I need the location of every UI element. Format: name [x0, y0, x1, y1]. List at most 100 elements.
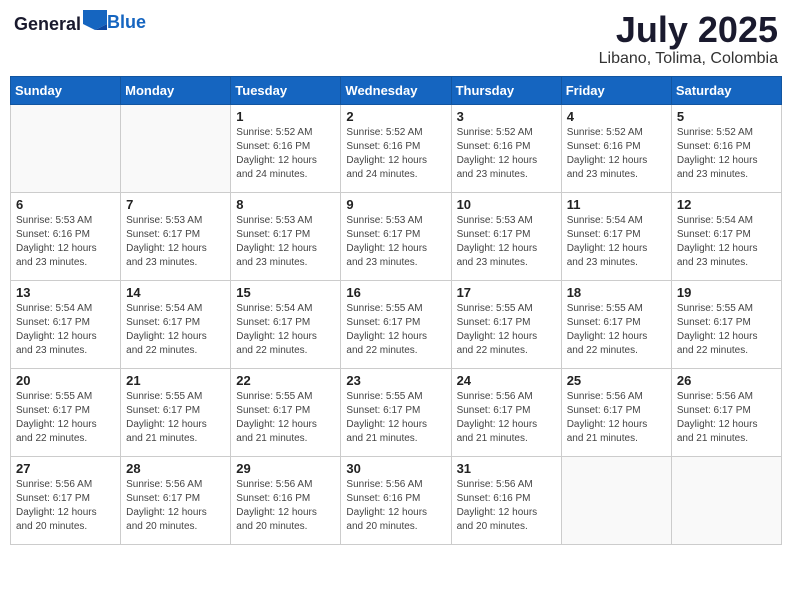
- day-info: Sunrise: 5:56 AM Sunset: 6:17 PM Dayligh…: [16, 478, 115, 534]
- day-info: Sunrise: 5:55 AM Sunset: 6:17 PM Dayligh…: [126, 390, 225, 446]
- day-info: Sunrise: 5:52 AM Sunset: 6:16 PM Dayligh…: [457, 126, 556, 182]
- day-info: Sunrise: 5:55 AM Sunset: 6:17 PM Dayligh…: [457, 302, 556, 358]
- calendar-cell: 12 Sunrise: 5:54 AM Sunset: 6:17 PM Dayli…: [671, 192, 781, 280]
- day-info: Sunrise: 5:56 AM Sunset: 6:17 PM Dayligh…: [567, 390, 666, 446]
- calendar-cell: 13Sunrise: 5:54 AM Sunset: 6:17 PM Dayli…: [11, 280, 121, 368]
- calendar-cell: 7Sunrise: 5:53 AM Sunset: 6:17 PM Daylig…: [121, 192, 231, 280]
- day-number: 6: [16, 197, 115, 212]
- month-year-title: July 2025: [599, 10, 778, 50]
- day-of-week-header: Tuesday: [231, 76, 341, 104]
- day-info: Sunrise: 5:54 AM Sunset: 6:17 PM Dayligh…: [567, 214, 666, 270]
- day-number: 1: [236, 109, 335, 124]
- calendar-cell: 19Sunrise: 5:55 AM Sunset: 6:17 PM Dayli…: [671, 280, 781, 368]
- calendar-cell: 22 Sunrise: 5:55 AM Sunset: 6:17 PM Dayli…: [231, 368, 341, 456]
- day-info: Sunrise: 5:56 AM Sunset: 6:17 PM Dayligh…: [457, 390, 556, 446]
- day-number: 14: [126, 285, 225, 300]
- calendar-cell: [121, 104, 231, 192]
- day-number: 20: [16, 373, 115, 388]
- page-header: General Blue July 2025 Libano, Tolima, C…: [10, 10, 782, 68]
- day-of-week-header: Wednesday: [341, 76, 451, 104]
- day-of-week-header: Friday: [561, 76, 671, 104]
- day-info: Sunrise: 5:55 AM Sunset: 6:17 PM Dayligh…: [346, 302, 445, 358]
- day-info: Sunrise: 5:56 AM Sunset: 6:16 PM Dayligh…: [346, 478, 445, 534]
- calendar-cell: 1 Sunrise: 5:52 AM Sunset: 6:16 PM Daylig…: [231, 104, 341, 192]
- day-info: Sunrise: 5:56 AM Sunset: 6:16 PM Dayligh…: [236, 478, 335, 534]
- calendar-week-row: 1 Sunrise: 5:52 AM Sunset: 6:16 PM Daylig…: [11, 104, 782, 192]
- logo-general: General: [14, 14, 81, 34]
- day-number: 4: [567, 109, 666, 124]
- day-info: Sunrise: 5:55 AM Sunset: 6:17 PM Dayligh…: [677, 302, 776, 358]
- day-info: Sunrise: 5:54 AM Sunset: 6:17 PM Dayligh…: [677, 214, 776, 270]
- day-number: 18: [567, 285, 666, 300]
- calendar-cell: 8 Sunrise: 5:53 AM Sunset: 6:17 PM Daylig…: [231, 192, 341, 280]
- calendar-cell: 27 Sunrise: 5:56 AM Sunset: 6:17 PM Dayli…: [11, 456, 121, 544]
- calendar-cell: 23 Sunrise: 5:55 AM Sunset: 6:17 PM Dayli…: [341, 368, 451, 456]
- day-number: 3: [457, 109, 556, 124]
- day-number: 24: [457, 373, 556, 388]
- day-number: 17: [457, 285, 556, 300]
- day-info: Sunrise: 5:53 AM Sunset: 6:17 PM Dayligh…: [457, 214, 556, 270]
- day-info: Sunrise: 5:55 AM Sunset: 6:17 PM Dayligh…: [346, 390, 445, 446]
- calendar-cell: [561, 456, 671, 544]
- calendar-week-row: 13 Sunrise: 5:54 AM Sunset: 6:17 PM Dayli…: [11, 280, 782, 368]
- calendar-cell: 31 Sunrise: 5:56 AM Sunset: 6:16 PM Dayli…: [451, 456, 561, 544]
- day-number: 30: [346, 461, 445, 476]
- day-number: 31: [457, 461, 556, 476]
- day-number: 5: [677, 109, 776, 124]
- logo-icon: [83, 10, 107, 30]
- day-number: 8: [236, 197, 335, 212]
- calendar-cell: 28Sunrise: 5:56 AM Sunset: 6:17 PM Dayli…: [121, 456, 231, 544]
- calendar-cell: 24 Sunrise: 5:56 AM Sunset: 6:17 PM Dayli…: [451, 368, 561, 456]
- day-number: 16: [346, 285, 445, 300]
- day-number: 25: [567, 373, 666, 388]
- day-number: 12: [677, 197, 776, 212]
- calendar-cell: 18 Sunrise: 5:55 AM Sunset: 6:17 PM Dayli…: [561, 280, 671, 368]
- logo-blue: Blue: [107, 12, 146, 33]
- day-info: Sunrise: 5:53 AM Sunset: 6:17 PM Dayligh…: [346, 214, 445, 270]
- calendar-cell: 30 Sunrise: 5:56 AM Sunset: 6:16 PM Dayli…: [341, 456, 451, 544]
- day-number: 10: [457, 197, 556, 212]
- title-block: July 2025 Libano, Tolima, Colombia: [599, 10, 778, 68]
- day-info: Sunrise: 5:53 AM Sunset: 6:17 PM Dayligh…: [126, 214, 225, 270]
- calendar-cell: 20 Sunrise: 5:55 AM Sunset: 6:17 PM Dayli…: [11, 368, 121, 456]
- calendar-week-row: 20 Sunrise: 5:55 AM Sunset: 6:17 PM Dayli…: [11, 368, 782, 456]
- calendar-cell: [11, 104, 121, 192]
- calendar-cell: 9 Sunrise: 5:53 AM Sunset: 6:17 PM Daylig…: [341, 192, 451, 280]
- day-of-week-header: Thursday: [451, 76, 561, 104]
- calendar-cell: 4 Sunrise: 5:52 AM Sunset: 6:16 PM Daylig…: [561, 104, 671, 192]
- day-info: Sunrise: 5:52 AM Sunset: 6:16 PM Dayligh…: [567, 126, 666, 182]
- day-info: Sunrise: 5:55 AM Sunset: 6:17 PM Dayligh…: [236, 390, 335, 446]
- day-number: 27: [16, 461, 115, 476]
- calendar-cell: 2Sunrise: 5:52 AM Sunset: 6:16 PM Daylig…: [341, 104, 451, 192]
- calendar-cell: 29Sunrise: 5:56 AM Sunset: 6:16 PM Dayli…: [231, 456, 341, 544]
- day-number: 22: [236, 373, 335, 388]
- day-of-week-header: Monday: [121, 76, 231, 104]
- calendar-week-row: 6 Sunrise: 5:53 AM Sunset: 6:16 PM Daylig…: [11, 192, 782, 280]
- day-info: Sunrise: 5:52 AM Sunset: 6:16 PM Dayligh…: [677, 126, 776, 182]
- day-number: 13: [16, 285, 115, 300]
- calendar-cell: 11 Sunrise: 5:54 AM Sunset: 6:17 PM Dayli…: [561, 192, 671, 280]
- calendar-header-row: SundayMondayTuesdayWednesdayThursdayFrid…: [11, 76, 782, 104]
- location-subtitle: Libano, Tolima, Colombia: [599, 50, 778, 68]
- day-info: Sunrise: 5:53 AM Sunset: 6:16 PM Dayligh…: [16, 214, 115, 270]
- day-number: 9: [346, 197, 445, 212]
- calendar-cell: 5 Sunrise: 5:52 AM Sunset: 6:16 PM Daylig…: [671, 104, 781, 192]
- day-of-week-header: Sunday: [11, 76, 121, 104]
- calendar-cell: 17 Sunrise: 5:55 AM Sunset: 6:17 PM Dayli…: [451, 280, 561, 368]
- day-info: Sunrise: 5:55 AM Sunset: 6:17 PM Dayligh…: [567, 302, 666, 358]
- day-number: 21: [126, 373, 225, 388]
- calendar-cell: 16 Sunrise: 5:55 AM Sunset: 6:17 PM Dayli…: [341, 280, 451, 368]
- day-info: Sunrise: 5:55 AM Sunset: 6:17 PM Dayligh…: [16, 390, 115, 446]
- calendar-cell: [671, 456, 781, 544]
- day-info: Sunrise: 5:52 AM Sunset: 6:16 PM Dayligh…: [236, 126, 335, 182]
- day-info: Sunrise: 5:54 AM Sunset: 6:17 PM Dayligh…: [126, 302, 225, 358]
- day-info: Sunrise: 5:56 AM Sunset: 6:16 PM Dayligh…: [457, 478, 556, 534]
- day-number: 11: [567, 197, 666, 212]
- day-info: Sunrise: 5:54 AM Sunset: 6:17 PM Dayligh…: [236, 302, 335, 358]
- calendar-week-row: 27 Sunrise: 5:56 AM Sunset: 6:17 PM Dayli…: [11, 456, 782, 544]
- day-of-week-header: Saturday: [671, 76, 781, 104]
- day-info: Sunrise: 5:56 AM Sunset: 6:17 PM Dayligh…: [677, 390, 776, 446]
- day-number: 23: [346, 373, 445, 388]
- day-info: Sunrise: 5:56 AM Sunset: 6:17 PM Dayligh…: [126, 478, 225, 534]
- day-info: Sunrise: 5:53 AM Sunset: 6:17 PM Dayligh…: [236, 214, 335, 270]
